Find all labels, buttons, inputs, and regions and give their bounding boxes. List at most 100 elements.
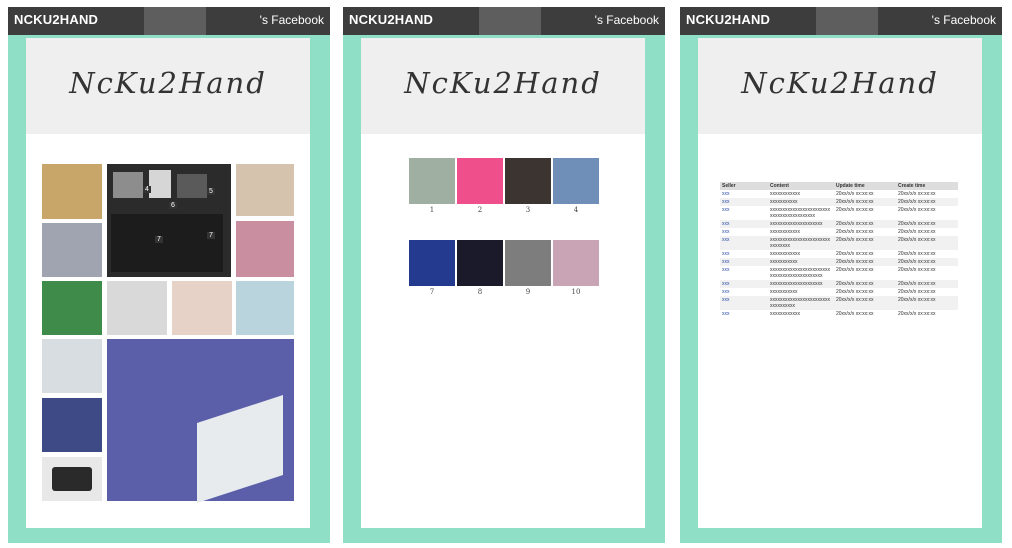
seller-cell[interactable]: xxx bbox=[720, 310, 768, 318]
facebook-label[interactable]: 's Facebook bbox=[260, 13, 324, 27]
create-time-cell: 20xx/x/x xx:xx:xx bbox=[896, 236, 958, 250]
create-time-cell: 20xx/x/x xx:xx:xx bbox=[898, 207, 936, 213]
photo-detail bbox=[52, 467, 92, 491]
photo-item[interactable] bbox=[107, 281, 167, 335]
table-row[interactable]: xxx xxxxxxxxxxxx 20xx/x/x xx:xx:xx 20xx/x/x… bbox=[720, 250, 958, 258]
table-row[interactable]: xxx xxxxxxxxxxxx 20xx/x/x xx:xx:xx 20xx/x/x… bbox=[720, 310, 958, 318]
facebook-link[interactable]: 's Facebook bbox=[932, 13, 996, 27]
create-time-cell: 20xx/x/x xx:xx:xx bbox=[896, 220, 958, 228]
grid-item-photo[interactable] bbox=[505, 240, 551, 286]
facebook-label[interactable]: 's Facebook bbox=[595, 13, 659, 27]
seller-cell[interactable]: xxx bbox=[720, 296, 768, 310]
facebook-link[interactable]: 's Facebook bbox=[260, 13, 324, 27]
table-row[interactable]: xxx xxxxxxxxxxxx 20xx/x/x xx:xx:xx 20xx/x/x… bbox=[720, 190, 958, 198]
photo-item[interactable] bbox=[42, 339, 102, 393]
grid-item-number[interactable]: 1 bbox=[409, 206, 455, 214]
photo-detail bbox=[113, 172, 143, 198]
content-card: NcKu2Hand 4 5 6 7 7 bbox=[26, 38, 310, 528]
update-time-cell: 20xx/x/x xx:xx:xx bbox=[834, 220, 896, 228]
brand-link[interactable]: NCKU2HAND bbox=[349, 12, 433, 27]
seller-cell[interactable]: xxx bbox=[720, 190, 768, 198]
photo-detail bbox=[197, 395, 283, 503]
table-row[interactable]: xxx xxxxxxxxxxxxxxxxxxxxx 20xx/x/x xx:xx:x… bbox=[720, 280, 958, 288]
grid-item-photo[interactable] bbox=[457, 158, 503, 204]
seller-cell[interactable]: xxx bbox=[720, 228, 768, 236]
update-time-cell: 20xx/x/x xx:xx:xx bbox=[836, 207, 874, 213]
seller-cell[interactable]: xxx bbox=[720, 236, 768, 250]
update-time-cell: 20xx/x/x xx:xx:xx bbox=[836, 251, 874, 257]
grid-item-number[interactable]: 4 bbox=[553, 206, 599, 214]
table-row[interactable]: xxx xxxxxxxxxxx 20xx/x/x xx:xx:xx 20xx/x/x … bbox=[720, 288, 958, 296]
content-cell: xxxxxxxxxxxx bbox=[770, 311, 800, 317]
photo-item[interactable] bbox=[236, 281, 294, 335]
photo-detail bbox=[149, 170, 171, 198]
create-time-cell: 20xx/x/x xx:xx:xx bbox=[896, 296, 958, 310]
content-cell: xxxxxxxxxxxxxxxxxxxxx bbox=[768, 220, 834, 228]
content-card: NcKu2Hand Seller Content Update time Cre… bbox=[698, 38, 982, 528]
content-cell: xxxxxxxxxxxxxxxxxxxxx bbox=[768, 280, 834, 288]
grid-item-number[interactable]: 10 bbox=[553, 288, 599, 296]
seller-cell[interactable]: xxx bbox=[720, 280, 768, 288]
photo-item[interactable] bbox=[42, 457, 102, 501]
photo-item[interactable] bbox=[42, 398, 102, 452]
update-time-cell: 20xx/x/x xx:xx:xx bbox=[836, 289, 874, 295]
photo-item[interactable] bbox=[107, 339, 294, 503]
content-cell: xxxxxxxxxxxxxxxxxxxxxxxxxxxxxxxxxxxxxxxx… bbox=[770, 267, 830, 279]
photo-item[interactable] bbox=[236, 221, 294, 277]
brand-link[interactable]: NCKU2HAND bbox=[686, 12, 770, 27]
seller-cell[interactable]: xxx bbox=[720, 220, 768, 228]
photo-item[interactable]: 4 5 6 7 7 bbox=[107, 164, 231, 277]
facebook-label[interactable]: 's Facebook bbox=[932, 13, 996, 27]
table-row[interactable]: xxx xxxxxxxxxxxxxxxxxxxxxxxxxxxxxxxxxxxxx… bbox=[720, 206, 958, 220]
grid-item-photo[interactable] bbox=[553, 240, 599, 286]
table-row[interactable]: xxx xxxxxxxxxxxx 20xx/x/x xx:xx:xx 20xx/x/x… bbox=[720, 228, 958, 236]
photo-item[interactable] bbox=[42, 281, 102, 335]
create-time-cell: 20xx/x/x xx:xx:xx bbox=[898, 229, 936, 235]
grid-item-photo[interactable] bbox=[409, 240, 455, 286]
banner: NcKu2Hand bbox=[361, 38, 645, 134]
grid-item-number[interactable]: 3 bbox=[505, 206, 551, 214]
seller-cell[interactable]: xxx bbox=[720, 258, 768, 266]
table-row[interactable]: xxx xxxxxxxxxxx 20xx/x/x xx:xx:xx 20xx/x/x … bbox=[720, 258, 958, 266]
seller-cell[interactable]: xxx bbox=[720, 198, 768, 206]
create-time-cell: 20xx/x/x xx:xx:xx bbox=[898, 267, 936, 273]
photo-tag: 4 bbox=[143, 186, 151, 193]
table-header-row: Seller Content Update time Create time bbox=[720, 182, 958, 190]
photo-item[interactable] bbox=[236, 164, 294, 216]
brand-link[interactable]: NCKU2HAND bbox=[14, 12, 98, 27]
grid-item-photo[interactable] bbox=[505, 158, 551, 204]
photo-item[interactable] bbox=[42, 223, 102, 277]
navbar: NCKU2HAND 's Facebook bbox=[343, 7, 665, 35]
seller-cell[interactable]: xxx bbox=[720, 288, 768, 296]
seller-cell[interactable]: xxx bbox=[720, 266, 768, 280]
table-body: xxx xxxxxxxxxxxx 20xx/x/x xx:xx:xx 20xx/x/x… bbox=[720, 190, 958, 318]
table-row[interactable]: xxx xxxxxxxxxxxxxxxxxxxxx 20xx/x/x xx:xx:x… bbox=[720, 220, 958, 228]
seller-cell[interactable]: xxx bbox=[720, 250, 768, 258]
navbar: NCKU2HAND 's Facebook bbox=[8, 7, 330, 35]
photo-item[interactable] bbox=[172, 281, 232, 335]
create-time-cell: 20xx/x/x xx:xx:xx bbox=[898, 289, 936, 295]
grid-item-number[interactable]: 2 bbox=[457, 206, 503, 214]
update-time-cell: 20xx/x/x xx:xx:xx bbox=[834, 280, 896, 288]
photo-item[interactable] bbox=[42, 164, 102, 219]
facebook-link[interactable]: 's Facebook bbox=[595, 13, 659, 27]
table-row[interactable]: xxx xxxxxxxxxxxxxxxxxxxxxxxxxxxxxxxxxx 20x… bbox=[720, 296, 958, 310]
photo-detail bbox=[177, 174, 207, 198]
grid-item-number[interactable]: 7 bbox=[409, 288, 455, 296]
content-cell: xxxxxxxxxxx bbox=[768, 258, 834, 266]
table-row[interactable]: xxx xxxxxxxxxxxxxxxxxxxxxxxxxxxxxxxxxxxxx… bbox=[720, 266, 958, 280]
grid-item-photo[interactable] bbox=[457, 240, 503, 286]
grid-item-photo[interactable] bbox=[409, 158, 455, 204]
table-row[interactable]: xxx xxxxxxxxxxx 20xx/x/x xx:xx:xx 20xx/x/x … bbox=[720, 198, 958, 206]
content-cell: xxxxxxxxxxxx bbox=[770, 251, 800, 257]
update-time-cell: 20xx/x/x xx:xx:xx bbox=[834, 258, 896, 266]
grid-item-number[interactable]: 8 bbox=[457, 288, 503, 296]
seller-cell[interactable]: xxx bbox=[720, 206, 768, 220]
update-time-cell: 20xx/x/x xx:xx:xx bbox=[836, 229, 874, 235]
grid-item-photo[interactable] bbox=[553, 158, 599, 204]
update-time-cell: 20xx/x/x xx:xx:xx bbox=[834, 296, 896, 310]
update-time-cell: 20xx/x/x xx:xx:xx bbox=[834, 236, 896, 250]
table-row[interactable]: xxx xxxxxxxxxxxxxxxxxxxxxxxxxxxxxxxx 20xx/… bbox=[720, 236, 958, 250]
grid-item-number[interactable]: 9 bbox=[505, 288, 551, 296]
content-cell: xxxxxxxxxxxx bbox=[770, 229, 800, 235]
